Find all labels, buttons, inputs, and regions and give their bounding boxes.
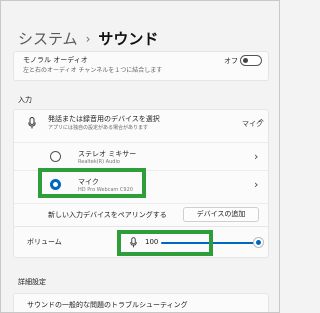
input-section-label: 入力 <box>18 96 32 104</box>
troubleshoot-card[interactable]: サウンドの一般的な問題のトラブルシューティング <box>13 293 269 312</box>
breadcrumb: システム › サウンド <box>18 28 158 49</box>
input-device-selector[interactable]: 発話または録音用のデバイスを選択 アプリには独自の設定がある場合があります マイ… <box>14 110 268 136</box>
settings-window: システム › サウンド モノラル オーディオ 左と右のオーディオ チャンネルを１… <box>0 0 280 313</box>
mono-audio-title: モノラル オーディオ <box>23 56 88 64</box>
add-device-button[interactable]: デバイスの追加 <box>183 207 259 222</box>
page-title: サウンド <box>98 30 159 48</box>
chevron-up-icon[interactable]: ^ <box>258 118 265 127</box>
input-selector-title: 発話または録音用のデバイスを選択 <box>48 115 160 123</box>
microphone-icon <box>28 117 36 129</box>
mono-audio-card: モノラル オーディオ 左と右のオーディオ チャンネルを１つに結合します オフ <box>13 51 269 81</box>
highlight-box-microphone <box>38 168 146 198</box>
toggle-knob <box>243 58 248 63</box>
breadcrumb-chevron-icon: › <box>85 31 91 46</box>
troubleshoot-label: サウンドの一般的な問題のトラブルシューティング <box>27 301 188 309</box>
mono-audio-toggle[interactable] <box>240 55 262 66</box>
advanced-section-label: 詳細設定 <box>18 278 46 286</box>
chevron-right-icon[interactable]: › <box>254 150 258 163</box>
chevron-right-icon[interactable]: › <box>254 178 258 191</box>
volume-slider-thumb[interactable] <box>254 238 263 247</box>
mono-audio-description: 左と右のオーディオ チャンネルを１つに結合します <box>23 67 163 74</box>
mono-audio-toggle-label: オフ <box>224 57 238 65</box>
pair-device-row: 新しい入力デバイスをペアリングする デバイスの追加 <box>14 203 268 225</box>
breadcrumb-system[interactable]: システム <box>18 28 78 49</box>
highlight-box-volume <box>117 230 213 256</box>
volume-label: ボリューム <box>27 238 62 246</box>
input-selector-description: アプリには独自の設定がある場合があります <box>48 125 149 131</box>
pair-device-label: 新しい入力デバイスをペアリングする <box>48 211 167 219</box>
device-row-stereo-mixer[interactable]: ステレオ ミキサー Realtek(R) Audio › <box>14 142 268 170</box>
device-subtitle: Realtek(R) Audio <box>78 159 120 165</box>
radio-stereo-mixer[interactable] <box>50 151 61 162</box>
device-name: ステレオ ミキサー <box>78 150 137 158</box>
